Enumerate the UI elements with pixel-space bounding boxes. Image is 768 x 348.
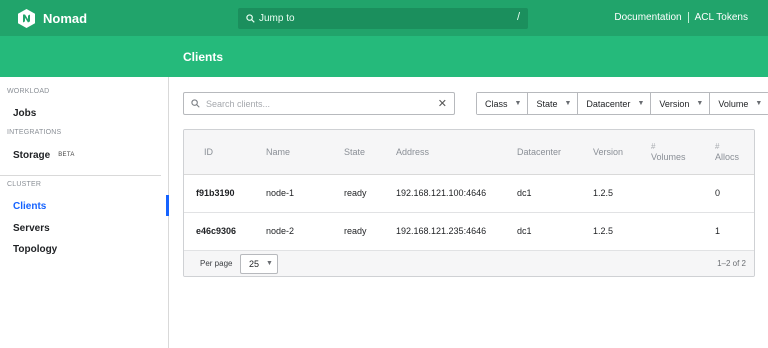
top-links: Documentation ACL Tokens: [614, 12, 748, 23]
jump-shortcut-key: /: [516, 11, 520, 23]
per-page-label: Per page: [200, 258, 233, 268]
client-volumes: [639, 174, 703, 213]
client-version: 1.2.5: [581, 174, 639, 213]
client-state: ready: [332, 212, 384, 251]
filter-volume-label: Volume: [718, 98, 749, 109]
table-row[interactable]: e46c9306 node-2 ready 192.168.121.235:46…: [184, 212, 754, 251]
table-row[interactable]: f91b3190 node-1 ready 192.168.121.100:46…: [184, 174, 754, 213]
client-address: 192.168.121.235:4646: [384, 212, 505, 251]
sidebar-section-integrations: INTEGRATIONS: [7, 129, 62, 136]
filter-class-dropdown[interactable]: Class ▼: [477, 93, 529, 114]
sidebar: WORKLOAD Jobs INTEGRATIONS Storage BETA C…: [0, 77, 169, 348]
nomad-home-link[interactable]: Nomad: [18, 9, 87, 28]
filter-volume-dropdown[interactable]: Volume ▼: [710, 93, 768, 114]
per-page-value: 25: [249, 258, 260, 269]
column-address[interactable]: Address: [384, 130, 505, 175]
brand-name: Nomad: [43, 11, 88, 26]
sidebar-section-cluster: CLUSTER: [7, 181, 42, 188]
client-address: 192.168.121.100:4646: [384, 174, 505, 213]
column-volumes[interactable]: # Volumes: [639, 130, 703, 175]
filter-state-dropdown[interactable]: State ▼: [528, 93, 579, 114]
client-volumes: [639, 212, 703, 251]
nomad-logo-icon: [18, 9, 35, 28]
page-title: Clients: [183, 50, 224, 64]
top-navigation-bar: Nomad Jump to / Documentation ACL Tokens: [0, 0, 768, 36]
search-box: ✕: [183, 92, 455, 115]
client-version: 1.2.5: [581, 212, 639, 251]
client-datacenter: dc1: [505, 174, 581, 213]
client-name: node-1: [254, 174, 332, 213]
active-nav-indicator: [166, 195, 169, 216]
search-icon: [246, 14, 255, 23]
filter-version-label: Version: [659, 98, 690, 109]
sidebar-item-topology[interactable]: Topology: [13, 244, 57, 255]
client-state: ready: [332, 174, 384, 213]
chevron-down-icon: ▼: [564, 100, 572, 107]
column-version[interactable]: Version: [581, 130, 639, 175]
chevron-down-icon: ▼: [755, 100, 763, 107]
clients-table: ID Name State Address Datacenter Version…: [183, 129, 755, 277]
filter-state-label: State: [536, 98, 558, 109]
sidebar-item-clients[interactable]: Clients: [13, 201, 46, 212]
documentation-link[interactable]: Documentation: [614, 12, 681, 23]
search-icon: [191, 99, 200, 108]
chevron-down-icon: ▼: [514, 100, 522, 107]
table-footer: Per page 25 ▼ 1–2 of 2: [184, 250, 754, 276]
allocs-label: Allocs: [715, 151, 740, 162]
sidebar-divider: [0, 175, 161, 176]
chevron-down-icon: ▼: [637, 100, 645, 107]
column-name[interactable]: Name: [254, 130, 332, 175]
clear-search-icon[interactable]: ✕: [438, 97, 447, 110]
column-datacenter[interactable]: Datacenter: [505, 130, 581, 175]
sidebar-item-jobs[interactable]: Jobs: [13, 108, 36, 119]
jump-to-search[interactable]: Jump to /: [238, 8, 528, 29]
pagination-info: 1–2 of 2: [717, 258, 746, 268]
sidebar-item-storage-label: Storage: [13, 150, 51, 161]
filter-datacenter-dropdown[interactable]: Datacenter ▼: [578, 93, 652, 114]
chevron-down-icon: ▼: [266, 260, 273, 267]
allocs-hash: #: [715, 141, 720, 151]
beta-badge: BETA: [58, 152, 75, 159]
sidebar-section-workload: WORKLOAD: [7, 88, 50, 95]
column-allocs[interactable]: # Allocs: [703, 130, 754, 175]
volumes-hash: #: [651, 141, 656, 151]
jump-to-label: Jump to: [259, 13, 295, 24]
client-id[interactable]: f91b3190: [184, 174, 254, 213]
filter-group: Class ▼ State ▼ Datacenter ▼ Version ▼ Volum…: [476, 92, 768, 115]
page-header: Clients: [0, 36, 768, 77]
filter-datacenter-label: Datacenter: [586, 98, 631, 109]
chevron-down-icon: ▼: [696, 100, 704, 107]
volumes-label: Volumes: [651, 151, 686, 162]
client-allocs: 0: [703, 174, 754, 213]
per-page-select[interactable]: 25 ▼: [240, 253, 278, 274]
acl-tokens-link[interactable]: ACL Tokens: [695, 12, 748, 23]
table-header-row: ID Name State Address Datacenter Version…: [184, 130, 754, 175]
client-id[interactable]: e46c9306: [184, 212, 254, 251]
link-separator: [687, 12, 689, 23]
sidebar-item-storage[interactable]: Storage BETA: [13, 150, 75, 161]
client-allocs: 1: [703, 212, 754, 251]
column-id[interactable]: ID: [184, 130, 254, 175]
client-datacenter: dc1: [505, 212, 581, 251]
column-state[interactable]: State: [332, 130, 384, 175]
filter-class-label: Class: [485, 98, 508, 109]
search-clients-input[interactable]: [206, 98, 426, 109]
sidebar-item-servers[interactable]: Servers: [13, 223, 50, 234]
filter-version-dropdown[interactable]: Version ▼: [651, 93, 711, 114]
client-name: node-2: [254, 212, 332, 251]
